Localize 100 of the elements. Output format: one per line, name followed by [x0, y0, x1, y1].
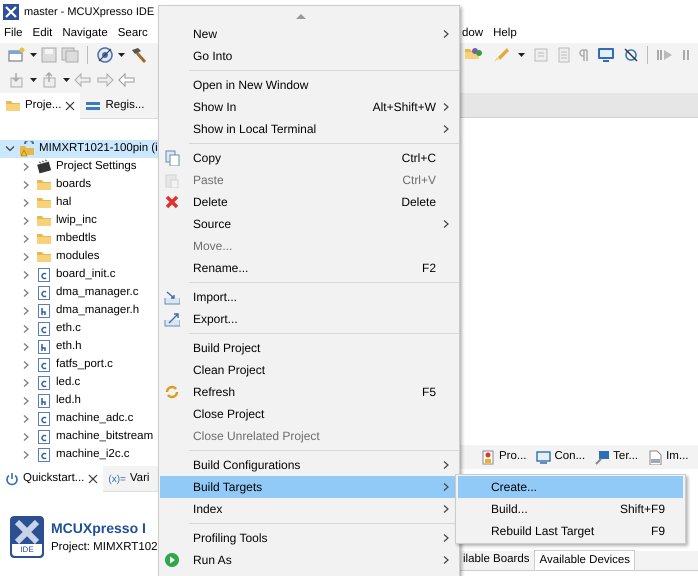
menu-item[interactable]: Run As — [160, 549, 458, 571]
menu-item[interactable]: Import... — [160, 286, 458, 308]
delete-icon — [164, 194, 180, 210]
menu-item[interactable]: Open in New Window — [160, 74, 458, 96]
hammer-icon[interactable] — [129, 46, 147, 64]
close-icon[interactable] — [88, 474, 98, 484]
document-icon — [36, 411, 52, 427]
document-icon — [36, 321, 52, 337]
tree-item[interactable]: dma_manager.h — [0, 302, 158, 320]
caret-icon[interactable] — [30, 53, 37, 57]
tab[interactable]: Quickstart... — [0, 466, 104, 492]
tree-item[interactable]: boards — [0, 176, 158, 194]
menu-item[interactable]: Create... — [458, 476, 683, 498]
keyboard-shortcut: Ctrl+C — [402, 150, 436, 167]
document-icon — [36, 429, 52, 445]
menu-item[interactable]: Index — [160, 498, 458, 520]
tree-item[interactable]: eth.h — [0, 338, 158, 356]
menu-item[interactable]: Copy Ctrl+C — [160, 147, 458, 169]
menu-item[interactable]: Clean Project — [160, 359, 458, 381]
tree-item[interactable]: board_init.c — [0, 266, 158, 284]
menu-item[interactable]: Delete Delete — [160, 191, 458, 213]
tree-item[interactable]: eth.c — [0, 320, 158, 338]
tree-item[interactable]: Project Settings — [0, 158, 158, 176]
import-icon — [164, 289, 180, 305]
tree-item[interactable]: machine_adc.c — [0, 410, 158, 428]
crossed-circle-icon[interactable] — [623, 47, 639, 63]
menu-item[interactable]: Help — [488, 24, 522, 42]
menu-item[interactable]: Export... — [160, 308, 458, 330]
new-file-icon[interactable] — [8, 47, 26, 63]
monitor-icon — [536, 450, 552, 464]
tab[interactable]: Proje... — [0, 93, 80, 119]
document-icon — [36, 267, 52, 283]
tree-item[interactable]: led.h — [0, 392, 158, 410]
run-icon — [164, 552, 180, 568]
x-shape-icon — [14, 520, 40, 544]
app-logo-icon — [3, 4, 19, 20]
document-icon — [36, 393, 52, 409]
menu-item[interactable]: Build Project — [160, 337, 458, 359]
menu-item[interactable]: Source — [160, 213, 458, 235]
tree-item[interactable]: lwip_inc — [0, 212, 158, 230]
folder-icon — [5, 98, 21, 114]
tab[interactable]: Im... — [645, 448, 692, 466]
keyboard-shortcut: Delete — [401, 194, 436, 211]
tree-item[interactable]: mbedtls — [0, 230, 158, 248]
tree-item[interactable]: led.c — [0, 374, 158, 392]
menu-item[interactable]: New — [160, 23, 458, 45]
keyboard-shortcut: F2 — [422, 260, 436, 277]
caret-icon[interactable] — [63, 78, 70, 82]
tab[interactable]: Pro... — [478, 448, 530, 466]
keyboard-shortcut: Alt+Shift+W — [372, 99, 436, 116]
folder-icon — [36, 177, 52, 193]
close-icon[interactable] — [65, 101, 76, 111]
keyboard-shortcut: F5 — [422, 384, 436, 401]
tab[interactable]: (x)= Vari — [103, 466, 154, 492]
back-arrow-icon[interactable] — [118, 72, 136, 88]
menu-item[interactable]: Rename... F2 — [160, 257, 458, 279]
folder-icon — [36, 249, 52, 265]
binary-file-icon — [648, 450, 664, 464]
menu-item[interactable]: Build Configurations — [160, 454, 458, 476]
export-icon — [164, 311, 180, 327]
document-icon — [36, 339, 52, 355]
document-icon — [36, 357, 52, 373]
menu-item[interactable]: Close Project — [160, 403, 458, 425]
tab[interactable]: Available Devices — [534, 550, 636, 570]
tree-item[interactable]: MIMXRT1021-100pin (i — [0, 140, 158, 158]
menu-item[interactable]: Profiling Tools — [160, 527, 458, 549]
tree-item[interactable]: fatfs_port.c — [0, 356, 158, 374]
menu-item[interactable]: Show In Alt+Shift+W — [160, 96, 458, 118]
tree-item[interactable]: dma_manager.c — [0, 284, 158, 302]
progress-icon — [481, 450, 496, 464]
window-title: master - MCUXpresso IDE — [24, 4, 154, 20]
menu-item[interactable]: Searc — [112, 24, 153, 42]
menu-item[interactable]: Build Targets — [160, 476, 458, 498]
menu-item[interactable]: Navigate — [57, 24, 113, 42]
menu-item[interactable]: Build... Shift+F9 — [458, 498, 683, 520]
document-icon — [36, 303, 52, 319]
menu-item[interactable]: Refresh F5 — [160, 381, 458, 403]
menu-item[interactable]: dow — [460, 24, 488, 42]
menu-item[interactable]: Show in Local Terminal — [160, 118, 458, 140]
tree-item[interactable]: machine_bitstream — [0, 428, 158, 446]
clipboard-icon — [164, 172, 180, 188]
menu-item[interactable]: Rebuild Last Target F9 — [458, 520, 683, 542]
binary-icon — [85, 100, 102, 112]
caret-icon[interactable] — [518, 53, 525, 57]
folder-icon — [36, 213, 52, 229]
tab[interactable]: Regis... — [80, 93, 150, 119]
tree-item[interactable]: machine_i2c.c — [0, 446, 158, 464]
monitor-icon[interactable] — [597, 47, 615, 63]
tab[interactable]: Con... — [533, 448, 588, 466]
tree-item[interactable]: modules — [0, 248, 158, 266]
tab[interactable]: ilable Boards — [460, 548, 534, 570]
menu-item[interactable]: File — [0, 24, 28, 42]
caret-icon[interactable] — [30, 78, 37, 82]
tree-item[interactable]: hal — [0, 194, 158, 212]
chevron-icon[interactable] — [5, 144, 15, 154]
keyboard-shortcut: Shift+F9 — [620, 501, 665, 518]
menu-item[interactable]: Edit — [28, 24, 58, 42]
tab[interactable]: Ter... — [592, 448, 642, 466]
caret-icon[interactable] — [118, 53, 125, 57]
scroll-up-icon[interactable] — [295, 12, 307, 20]
